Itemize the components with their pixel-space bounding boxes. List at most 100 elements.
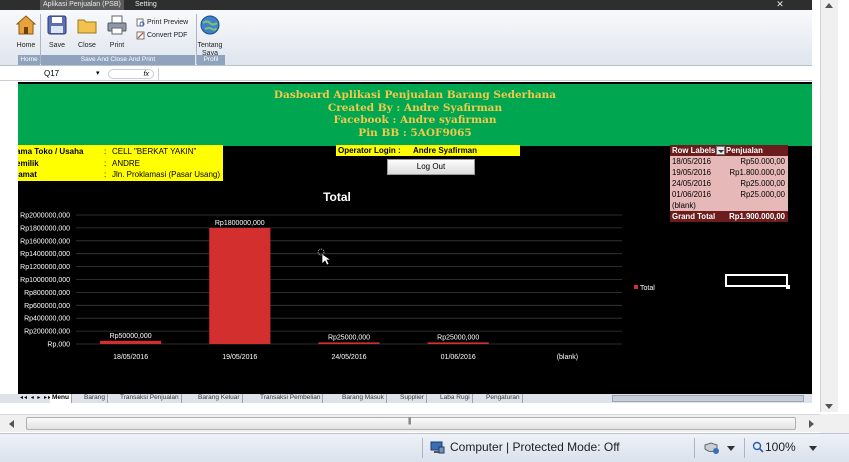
selected-cell[interactable] [725, 274, 790, 289]
legend-swatch [634, 285, 638, 289]
window-edge [838, 0, 849, 414]
pivot-row-date: 19/05/2016 [672, 168, 712, 177]
horizontal-scrollbar[interactable]: ||| [0, 414, 820, 432]
sheet-tab-barang[interactable]: Barang [82, 394, 108, 403]
x-tick-label: (blank) [557, 354, 578, 361]
y-tick-label: Rp1000000,000 [20, 277, 70, 284]
sheet-tab-transaksi-penjualan[interactable]: Transaksi Penjualan [118, 394, 182, 403]
ribbon-group-profil: Profil [197, 55, 225, 65]
y-tick-label: Rp800000,000 [24, 290, 70, 297]
close-button[interactable]: Close [74, 14, 100, 58]
security-settings-icon[interactable] [703, 441, 721, 455]
logout-button[interactable]: Log Out [387, 159, 475, 175]
bar-data-label: Rp25000,000 [437, 334, 479, 341]
ribbon-group-save-close-print: Save And Close And Print [41, 55, 195, 65]
y-tick-label: Rp,000 [47, 342, 70, 349]
convert-pdf-icon [136, 31, 145, 40]
fx-button[interactable]: fx [108, 69, 154, 79]
security-dropdown-icon[interactable] [727, 446, 735, 451]
vertical-scrollbar[interactable] [820, 0, 838, 412]
sheet-horizontal-scrollbar[interactable] [612, 395, 804, 402]
chart-bar [100, 340, 162, 344]
tab-aplikasi-penjualan[interactable]: Aplikasi Penjualan (PSB) [40, 0, 124, 10]
sheet-tab-menu[interactable]: Menu [50, 394, 72, 403]
status-separator [744, 438, 745, 458]
y-tick-label: Rp1200000,000 [20, 264, 70, 271]
ribbon: Home Save Close Print Print Preview Conv… [0, 10, 812, 66]
close-button-label: Close [78, 42, 96, 49]
save-button[interactable]: Save [44, 14, 70, 58]
close-folder-icon [77, 19, 97, 34]
address-label: lamat [18, 170, 37, 179]
pivot-row[interactable]: 24/05/2016 Rp25.000,00 [670, 178, 788, 189]
formula-input[interactable] [158, 68, 810, 80]
scroll-down-icon[interactable] [825, 404, 833, 409]
sheet-tab-transaksi-pembelian[interactable]: Transaksi Pembelian [258, 394, 324, 403]
tentang-saya-label-1: Tentang [197, 42, 223, 49]
name-box[interactable]: Q17 [18, 68, 102, 80]
sheet-tab-bar: ◂◂ ◂ ▸ ▸▸ Menu Barang Transaksi Penjuala… [0, 394, 812, 403]
y-tick-label: Rp600000,000 [24, 303, 70, 310]
dashboard-banner: Dasboard Aplikasi Penjualan Barang Seder… [18, 84, 812, 146]
name-box-dropdown-icon[interactable]: ▾ [96, 69, 100, 77]
sheet-tab-supplier[interactable]: Supplier [398, 394, 427, 403]
pivot-row[interactable]: 18/05/2016 Rp50.000,00 [670, 156, 788, 167]
print-preview-button[interactable]: Print Preview [136, 17, 188, 28]
zoom-dropdown-icon[interactable] [809, 446, 817, 451]
pivot-row[interactable]: 01/06/2016 Rp25.000,00 [670, 189, 788, 200]
sheet-tab-pengaturan[interactable]: Pengaturan [484, 394, 523, 403]
scroll-thumb[interactable] [26, 417, 796, 430]
zoom-icon[interactable] [752, 441, 764, 453]
filter-dropdown-icon[interactable] [716, 146, 725, 155]
scroll-up-icon[interactable] [825, 3, 833, 8]
owner-label: emilik [18, 159, 39, 168]
save-button-label: Save [49, 42, 65, 49]
pivot-row-labels-header: Row Labels [672, 146, 716, 155]
tab-setting[interactable]: Setting [132, 0, 160, 10]
banner-pin-bb: Pin BB : 5AOF9065 [358, 126, 472, 139]
pivot-row-amount: Rp25.000,00 [740, 179, 785, 188]
pivot-row[interactable]: 19/05/2016 Rp1.800.000,00 [670, 167, 788, 178]
home-button[interactable]: Home [12, 14, 40, 58]
store-info-box: ama Toko / Usaha : CELL "BERKAT YAKIN" e… [18, 145, 223, 181]
operator-login: Operator Login : Andre Syafirman [336, 145, 520, 156]
convert-pdf-label: Convert PDF [147, 32, 188, 39]
pivot-penjualan-header: Penjualan [726, 146, 763, 155]
pivot-total-value: Rp1.900.000,00 [729, 212, 785, 221]
print-button-label: Print [109, 42, 125, 49]
pivot-row[interactable]: (blank) [670, 200, 788, 211]
pivot-row-date: 01/06/2016 [672, 190, 712, 199]
sheet-tab-barang-keluar[interactable]: Barang Keluar [196, 394, 243, 403]
y-tick-label: Rp1400000,000 [20, 251, 70, 258]
scroll-right-icon[interactable] [809, 420, 814, 428]
pivot-total-label: Grand Total [672, 212, 716, 221]
store-name-label: ama Toko / Usaha [18, 147, 84, 156]
y-tick-label: Rp200000,000 [24, 329, 70, 336]
zoom-level[interactable]: 100% [765, 440, 796, 455]
sheet-tab-laba-rugi[interactable]: Laba Rugi [438, 394, 473, 403]
chart-bar [427, 342, 489, 344]
pivot-grand-total: Grand Total Rp1.900.000,00 [670, 211, 788, 222]
close-window-icon[interactable]: ✕ [768, 0, 792, 10]
chart-bar [318, 342, 380, 344]
print-button[interactable]: Print [104, 14, 130, 58]
home-icon [15, 15, 37, 35]
pivot-header: Row Labels Penjualan [670, 145, 788, 156]
bar-data-label: Rp1800000,000 [215, 220, 265, 227]
pivot-table[interactable]: Row Labels Penjualan 18/05/2016 Rp50.000… [670, 145, 788, 222]
bar-data-label: Rp25000,000 [328, 334, 370, 341]
y-tick-label: Rp1600000,000 [20, 238, 70, 245]
print-preview-icon [136, 18, 145, 27]
globe-icon [200, 15, 220, 35]
sheet-tab-barang-masuk[interactable]: Barang Masuk [340, 394, 387, 403]
tentang-saya-button[interactable]: Tentang Saya [194, 14, 226, 58]
home-button-label: Home [16, 42, 36, 49]
sheet-nav-arrows-icon[interactable]: ◂◂ ◂ ▸ ▸▸ [20, 394, 52, 402]
protected-mode-status[interactable]: Computer | Protected Mode: Off [450, 440, 620, 455]
convert-pdf-button[interactable]: Convert PDF [136, 30, 187, 41]
banner-created-by: Created By : Andre Syafirman [327, 101, 503, 114]
scroll-left-icon[interactable] [9, 420, 14, 428]
pivot-row-date: 24/05/2016 [672, 179, 712, 188]
sales-chart: Total Rp,000 Rp200000,000 Rp400000,000 Rp60… [18, 182, 666, 372]
status-separator [422, 438, 423, 458]
